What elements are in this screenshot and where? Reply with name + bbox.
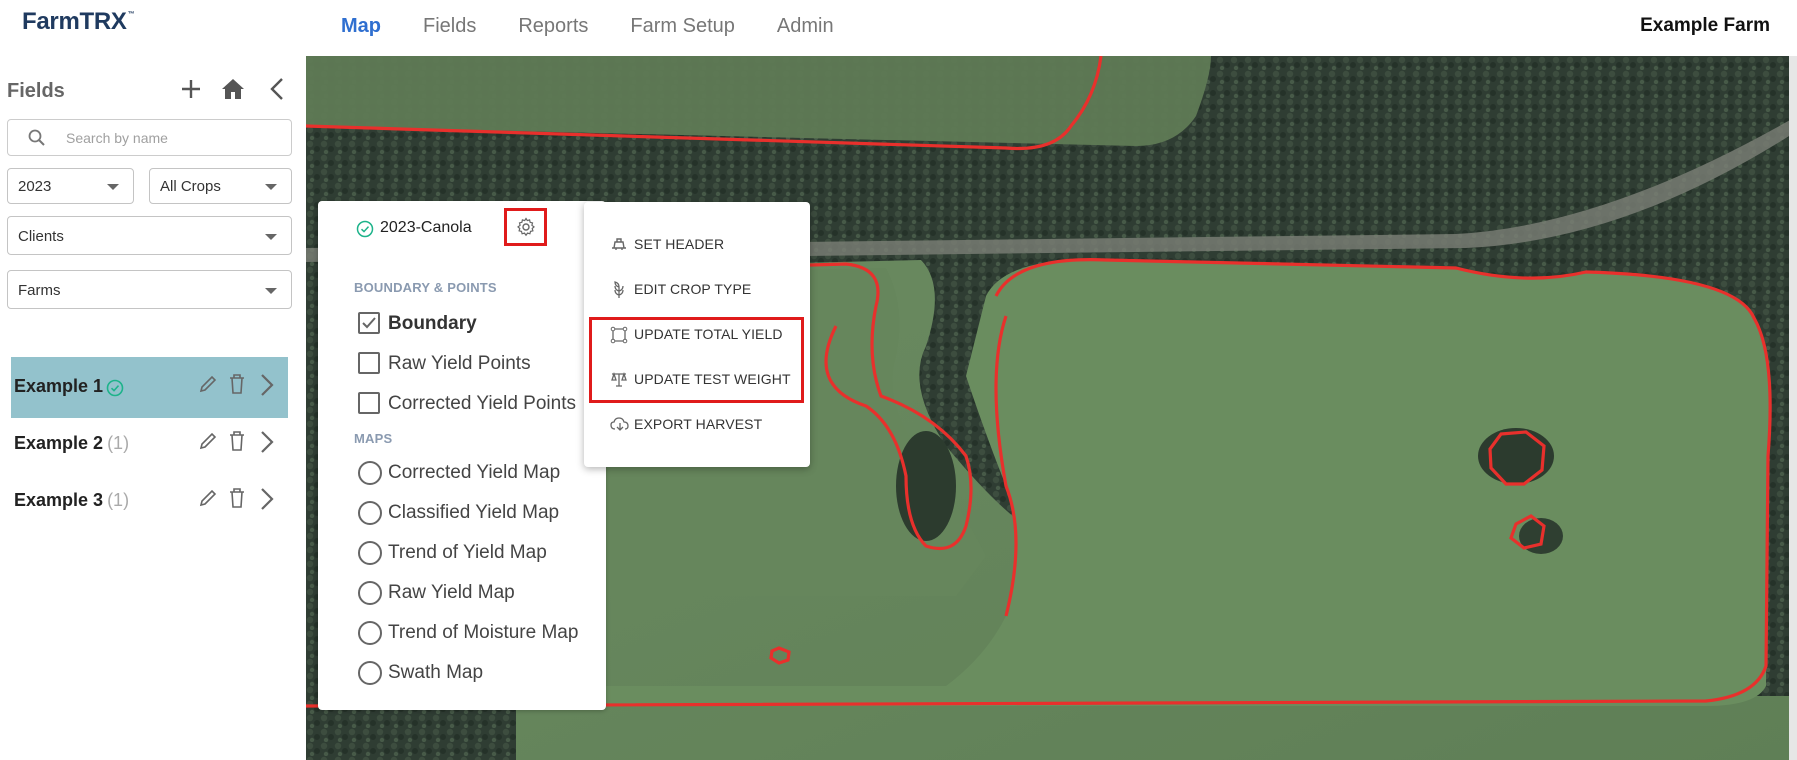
chevron-down-icon bbox=[265, 234, 277, 240]
chevron-down-icon bbox=[107, 184, 119, 190]
menu-update-test-weight[interactable]: UPDATE TEST WEIGHT bbox=[584, 359, 810, 399]
search-input[interactable] bbox=[66, 126, 281, 150]
section-maps: MAPS bbox=[354, 431, 393, 446]
checkbox[interactable] bbox=[358, 352, 380, 374]
field-row-example-1[interactable]: Example 1 bbox=[11, 357, 288, 418]
map-label: Trend of Moisture Map bbox=[388, 622, 579, 643]
plus-icon bbox=[182, 80, 200, 98]
radio[interactable] bbox=[358, 501, 382, 525]
checkbox[interactable] bbox=[358, 312, 380, 334]
edit-icon[interactable] bbox=[197, 430, 219, 452]
top-bar: FarmTRX™ Map Fields Reports Farm Setup A… bbox=[0, 0, 1797, 56]
field-name: Example 1 bbox=[14, 376, 104, 396]
chevron-right-icon[interactable] bbox=[259, 373, 275, 397]
radio[interactable] bbox=[358, 541, 382, 565]
farms-select[interactable]: Farms bbox=[7, 270, 292, 309]
menu-export-harvest[interactable]: EXPORT HARVEST bbox=[584, 404, 810, 444]
gear-icon bbox=[516, 217, 535, 237]
field-name-text: Example 3 bbox=[14, 490, 104, 510]
nav-admin[interactable]: Admin bbox=[756, 0, 855, 56]
field-row-example-3[interactable]: Example 3 (1) bbox=[11, 471, 288, 532]
radio[interactable] bbox=[358, 661, 382, 685]
check-circle-icon bbox=[106, 379, 124, 397]
layers-panel: 2023-Canola BOUNDARY & POINTS Boundary R… bbox=[318, 201, 606, 710]
map-label: Corrected Yield Map bbox=[388, 462, 561, 483]
map-label: Classified Yield Map bbox=[388, 502, 560, 523]
map-label: Raw Yield Map bbox=[388, 582, 515, 603]
field-name-text: Example 2 bbox=[14, 433, 104, 453]
map-label: Swath Map bbox=[388, 662, 484, 683]
collapse-sidebar-button[interactable] bbox=[262, 74, 292, 104]
polygon-icon bbox=[610, 326, 628, 344]
home-icon bbox=[222, 79, 244, 99]
menu-edit-crop-type[interactable]: EDIT CROP TYPE bbox=[584, 269, 810, 309]
chevron-left-icon bbox=[270, 78, 283, 100]
field-count: (1) bbox=[107, 433, 130, 453]
clients-select-value: Clients bbox=[18, 228, 64, 245]
logo-text: FarmTRX bbox=[22, 8, 127, 35]
edit-icon[interactable] bbox=[197, 373, 219, 395]
menu-update-total-yield[interactable]: UPDATE TOTAL YIELD bbox=[584, 314, 810, 354]
chevron-down-icon bbox=[265, 288, 277, 294]
logo[interactable]: FarmTRX™ bbox=[22, 8, 135, 36]
field-name: Example 2 (1) bbox=[14, 433, 129, 454]
farms-select-value: Farms bbox=[18, 282, 61, 299]
nav-map[interactable]: Map bbox=[320, 0, 402, 56]
menu-set-header[interactable]: SET HEADER bbox=[584, 224, 810, 264]
harvest-settings-button[interactable] bbox=[504, 208, 547, 246]
radio[interactable] bbox=[358, 461, 382, 485]
add-field-button[interactable] bbox=[176, 74, 206, 104]
logo-mark: ™ bbox=[127, 11, 135, 18]
nav-fields[interactable]: Fields bbox=[402, 0, 497, 56]
crop-icon bbox=[614, 281, 624, 298]
nav-reports[interactable]: Reports bbox=[497, 0, 609, 56]
harvest-actions-menu: SET HEADER EDIT CROP TYPE UPDATE TOTAL Y… bbox=[584, 202, 810, 467]
crop-select-value: All Crops bbox=[160, 178, 221, 195]
sidebar-title: Fields bbox=[7, 80, 65, 102]
menu-label: UPDATE TOTAL YIELD bbox=[634, 326, 783, 342]
main-nav: Map Fields Reports Farm Setup Admin bbox=[320, 0, 855, 56]
delete-icon[interactable] bbox=[228, 373, 246, 395]
field-row-example-2[interactable]: Example 2 (1) bbox=[11, 414, 288, 475]
chevron-down-icon bbox=[265, 184, 277, 190]
header-icon bbox=[612, 238, 626, 250]
menu-label: SET HEADER bbox=[634, 236, 725, 252]
nav-farm-setup[interactable]: Farm Setup bbox=[609, 0, 755, 56]
section-boundary-points: BOUNDARY & POINTS bbox=[354, 280, 497, 295]
chevron-right-icon[interactable] bbox=[259, 487, 275, 511]
radio[interactable] bbox=[358, 621, 382, 645]
harvest-title: 2023-Canola bbox=[380, 219, 472, 236]
chevron-right-icon[interactable] bbox=[259, 430, 275, 454]
clients-select[interactable]: Clients bbox=[7, 216, 292, 255]
layer-label: Corrected Yield Points bbox=[388, 393, 576, 414]
layer-label: Raw Yield Points bbox=[388, 353, 531, 374]
layer-label: Boundary bbox=[388, 313, 477, 334]
cloud-download-icon bbox=[610, 417, 629, 431]
home-button[interactable] bbox=[218, 74, 248, 104]
menu-label: EDIT CROP TYPE bbox=[634, 281, 752, 297]
crop-select[interactable]: All Crops bbox=[149, 168, 292, 204]
search-field[interactable] bbox=[7, 119, 292, 156]
checkmark-icon bbox=[362, 317, 376, 329]
search-icon bbox=[28, 129, 45, 146]
map-scrollbar[interactable] bbox=[1789, 56, 1797, 760]
year-select-value: 2023 bbox=[18, 178, 52, 195]
map-label: Trend of Yield Map bbox=[388, 542, 547, 563]
year-select[interactable]: 2023 bbox=[7, 168, 134, 204]
farm-name[interactable]: Example Farm bbox=[1640, 0, 1770, 52]
checkbox[interactable] bbox=[358, 392, 380, 414]
edit-icon[interactable] bbox=[197, 487, 219, 509]
scale-icon bbox=[611, 371, 627, 387]
check-circle-icon bbox=[356, 220, 374, 238]
menu-label: UPDATE TEST WEIGHT bbox=[634, 371, 791, 387]
menu-label: EXPORT HARVEST bbox=[634, 416, 763, 432]
fields-sidebar: Fields 2023 All Crops Clients Farms Exam… bbox=[0, 56, 306, 760]
radio[interactable] bbox=[358, 581, 382, 605]
field-name: Example 3 (1) bbox=[14, 490, 129, 511]
field-count: (1) bbox=[107, 490, 130, 510]
delete-icon[interactable] bbox=[228, 487, 246, 509]
delete-icon[interactable] bbox=[228, 430, 246, 452]
